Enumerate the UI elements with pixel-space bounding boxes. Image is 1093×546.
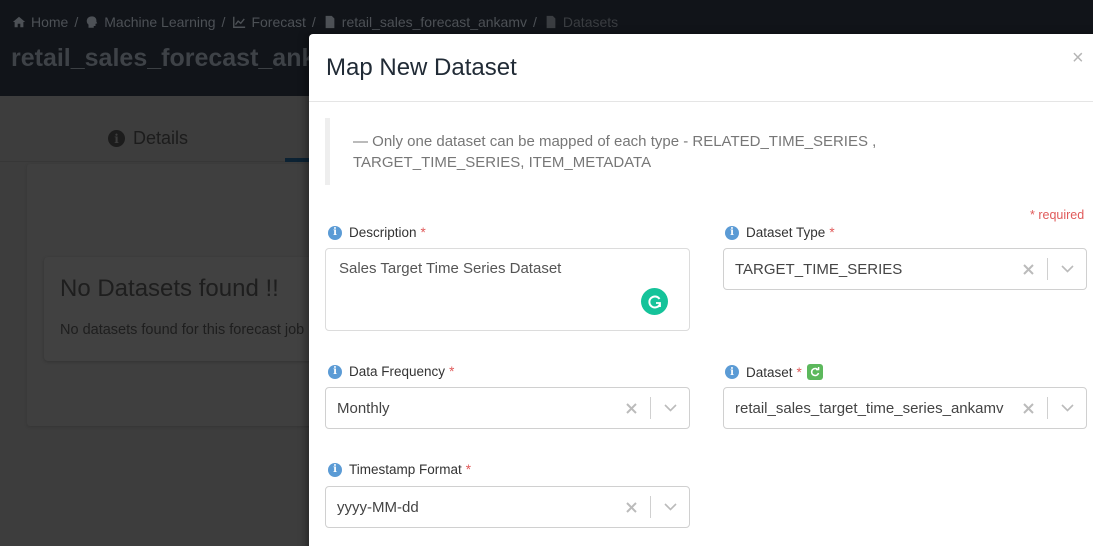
required-asterisk: *	[796, 364, 802, 380]
info-icon[interactable]: i	[725, 225, 739, 240]
chart-line-icon	[233, 16, 246, 28]
breadcrumb-forecast-job[interactable]: retail_sales_forecast_ankamv /	[323, 14, 544, 30]
info-icon: i	[108, 130, 125, 147]
empty-state-title: No Datasets found !!	[60, 275, 279, 302]
data-frequency-label: i Data Frequency *	[328, 364, 454, 379]
clear-icon[interactable]	[1009, 402, 1047, 414]
breadcrumb: Home / Machine Learning / Forecast / retail…	[12, 14, 618, 30]
grammarly-icon[interactable]	[641, 288, 668, 315]
required-asterisk: *	[420, 225, 426, 240]
info-icon[interactable]: i	[328, 225, 342, 240]
info-icon[interactable]: i	[328, 364, 342, 379]
dataset-type-select[interactable]: TARGET_TIME_SERIES	[723, 248, 1087, 290]
dataset-type-label: i Dataset Type *	[725, 225, 835, 240]
required-note: * required	[1030, 208, 1085, 222]
modal-header: Map New Dataset ×	[309, 34, 1093, 102]
info-icon[interactable]: i	[725, 365, 739, 379]
description-textarea[interactable]: Sales Target Time Series Dataset	[325, 248, 690, 331]
mapping-note: — Only one dataset can be mapped of each…	[325, 118, 895, 185]
breadcrumb-home[interactable]: Home /	[12, 14, 85, 30]
file-icon	[546, 15, 556, 29]
chevron-down-icon[interactable]	[651, 503, 689, 511]
dataset-select[interactable]: retail_sales_target_time_series_ankamv	[723, 387, 1087, 429]
timestamp-format-select[interactable]: yyyy-MM-dd	[325, 486, 690, 528]
dataset-label: i Dataset *	[725, 364, 823, 380]
clear-icon[interactable]	[612, 402, 650, 414]
info-icon[interactable]: i	[328, 462, 342, 477]
required-asterisk: *	[449, 364, 455, 379]
breadcrumb-machine-learning[interactable]: Machine Learning /	[85, 14, 232, 30]
refresh-icon	[810, 367, 820, 377]
refresh-datasets-button[interactable]	[806, 364, 823, 380]
chevron-down-icon[interactable]	[1048, 265, 1086, 273]
tabs-divider	[0, 161, 320, 162]
timestamp-format-label: i Timestamp Format *	[328, 462, 471, 477]
map-dataset-modal: Map New Dataset × — Only one dataset can…	[309, 34, 1093, 546]
required-asterisk: *	[829, 225, 835, 240]
data-frequency-select[interactable]: Monthly	[325, 387, 690, 429]
chevron-down-icon[interactable]	[651, 404, 689, 412]
brain-icon	[87, 16, 98, 28]
grammarly-g-icon	[647, 295, 661, 308]
tab-details[interactable]: i Details	[108, 128, 188, 149]
breadcrumb-datasets: Datasets	[544, 14, 618, 30]
breadcrumb-forecast[interactable]: Forecast /	[232, 14, 322, 30]
chevron-down-icon[interactable]	[1048, 404, 1086, 412]
modal-title: Map New Dataset	[326, 54, 517, 81]
file-icon	[325, 15, 335, 29]
description-label: i Description *	[328, 225, 426, 240]
content-area: i Details No Datasets found !! No datase…	[0, 96, 334, 546]
empty-state-text: No datasets found for this forecast job	[60, 322, 305, 338]
home-icon	[12, 16, 26, 28]
clear-icon[interactable]	[612, 501, 650, 513]
empty-state-card: No Datasets found !! No datasets found f…	[44, 257, 334, 361]
close-icon[interactable]: ×	[1072, 48, 1084, 68]
clear-icon[interactable]	[1009, 263, 1047, 275]
required-asterisk: *	[465, 462, 472, 477]
